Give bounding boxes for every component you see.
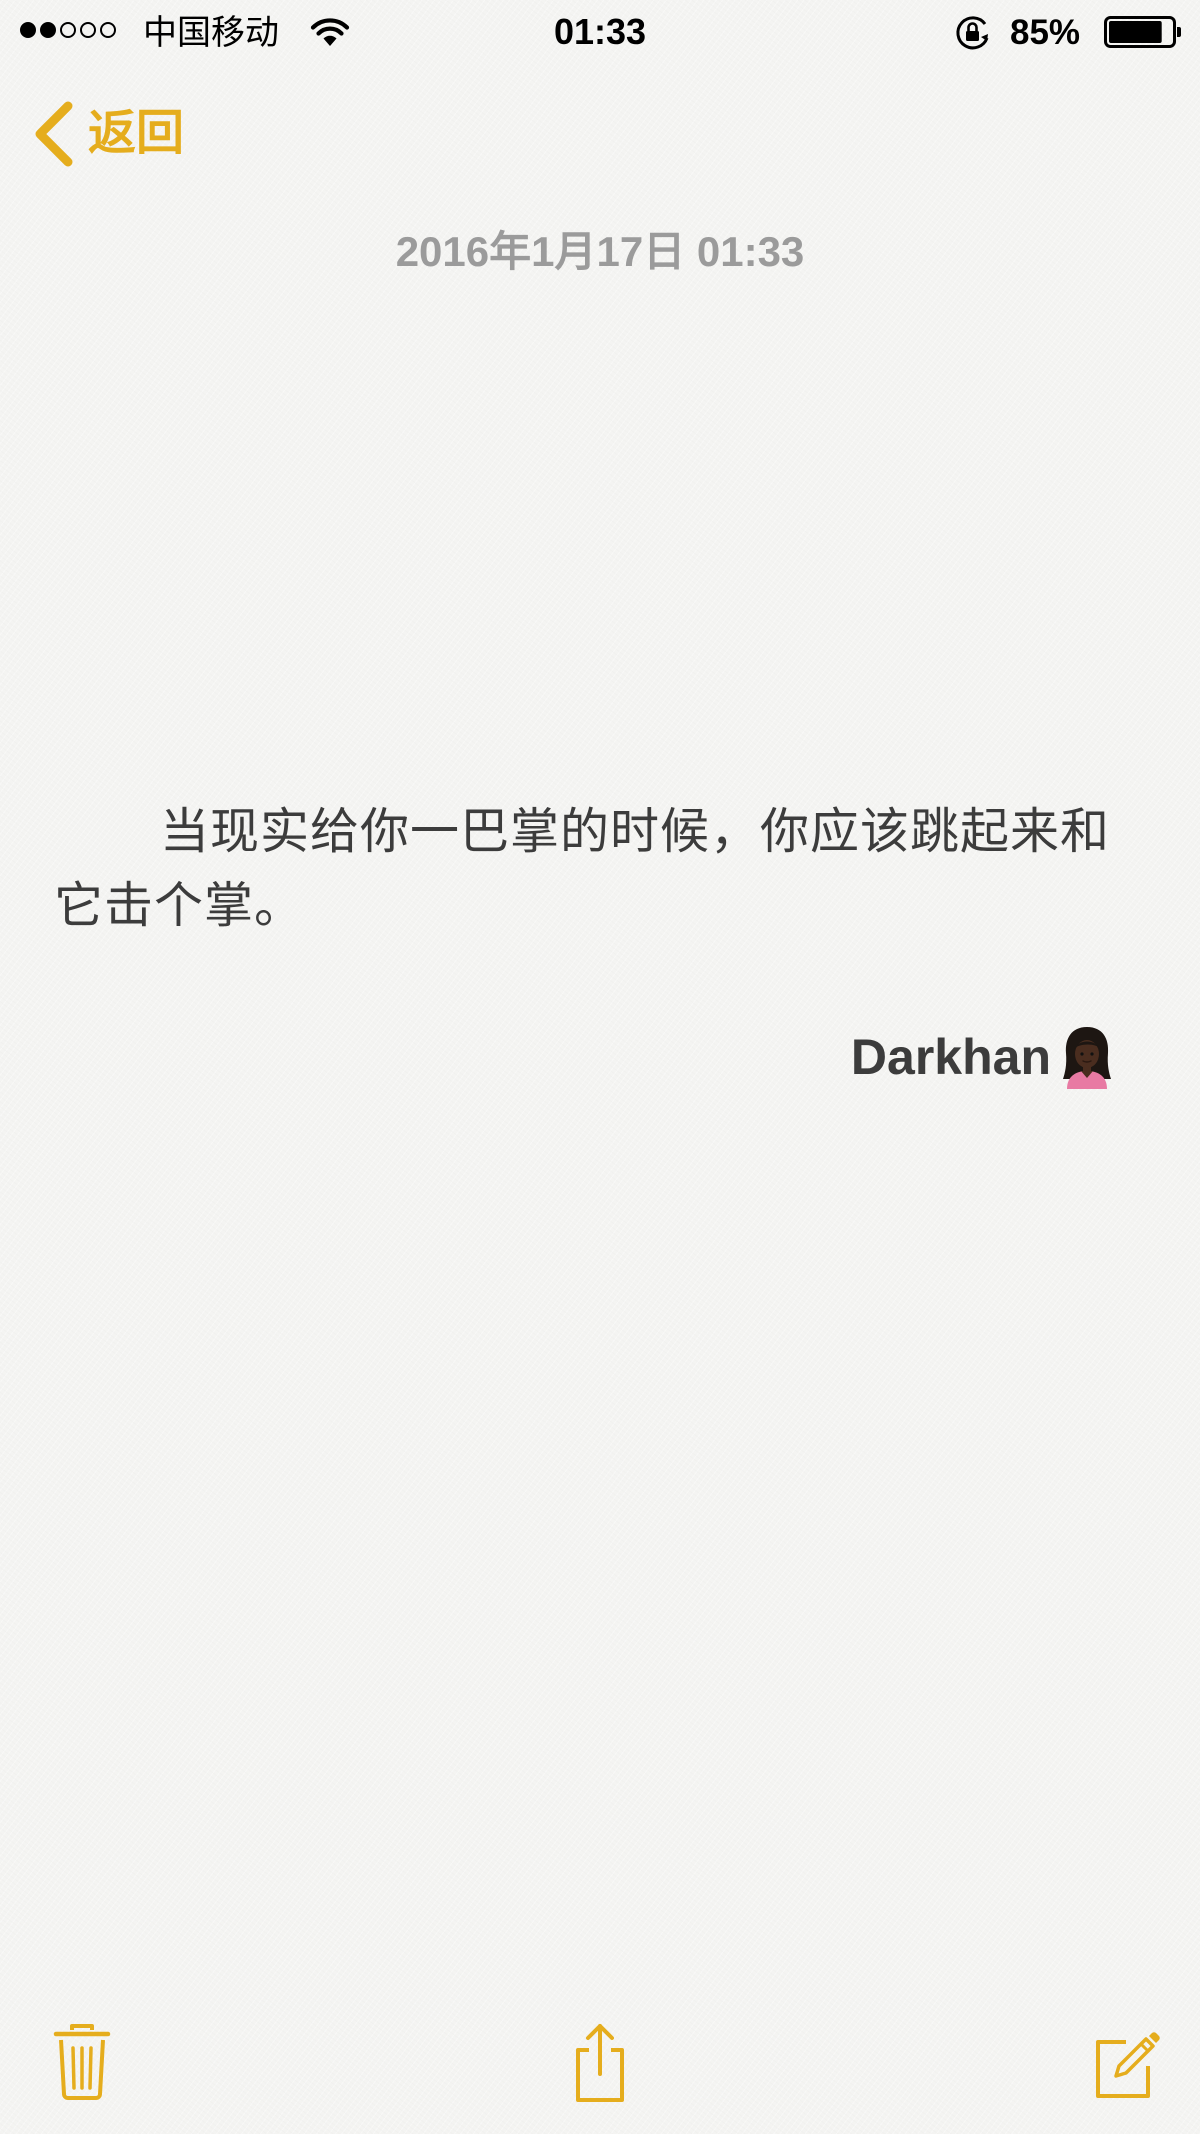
trash-icon <box>53 2024 111 2100</box>
status-bar: 中国移动 01:33 85% <box>0 0 1200 66</box>
woman-emoji-icon <box>1063 1027 1111 1089</box>
bottom-toolbar <box>0 2020 1200 2110</box>
signature-text: Darkhan <box>850 1029 1051 1085</box>
share-button[interactable] <box>562 2020 638 2104</box>
battery-percent: 85% <box>1010 13 1081 52</box>
battery-level-fill <box>1109 21 1162 43</box>
delete-button[interactable] <box>44 2020 120 2104</box>
share-icon <box>576 2024 624 2102</box>
battery-icon <box>1104 16 1181 48</box>
note-body-text[interactable]: 当现实给你一巴掌的时候，你应该跳起来和它击个掌。 <box>54 795 1144 943</box>
note-signature: Darkhan <box>851 1022 1115 1092</box>
compose-icon <box>1096 2032 1160 2098</box>
back-button-label: 返回 <box>88 107 185 160</box>
orientation-lock-icon <box>956 16 989 50</box>
back-button[interactable]: 返回 <box>30 96 184 172</box>
note-date: 2016年1月17日 01:33 <box>395 228 805 275</box>
compose-button[interactable] <box>1086 2020 1162 2104</box>
chevron-left-icon <box>35 101 73 167</box>
